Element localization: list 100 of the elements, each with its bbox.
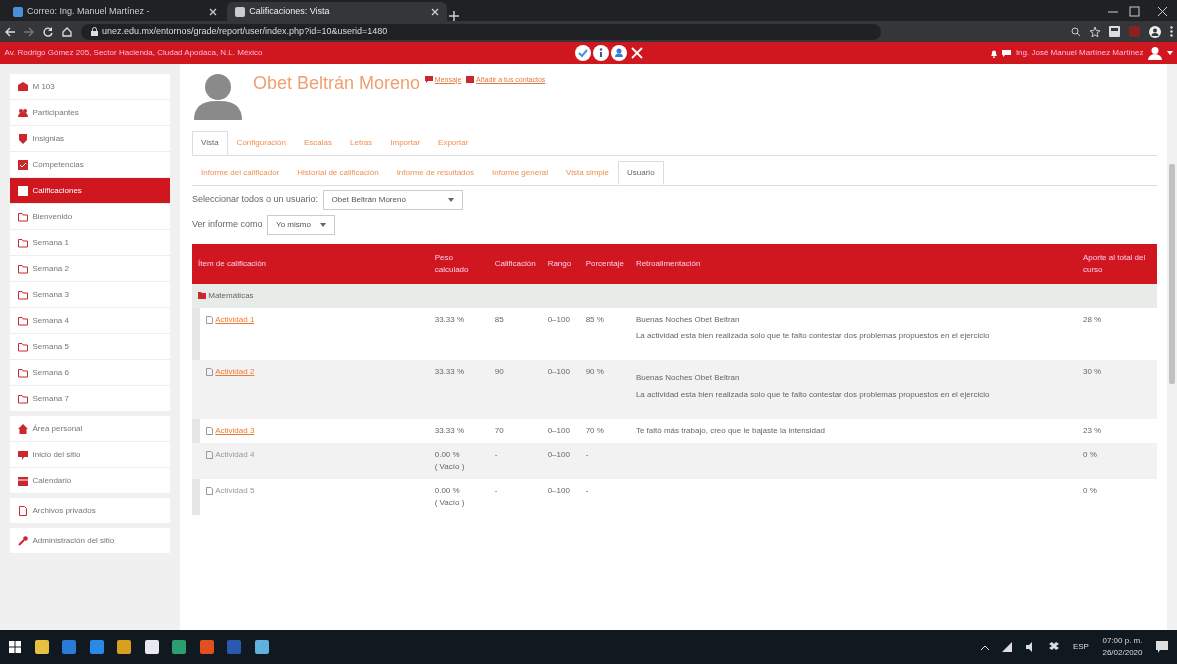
sidebar-item[interactable]: Semana 7 bbox=[10, 386, 170, 412]
tab[interactable]: Exportar bbox=[429, 131, 478, 155]
sidebar-item[interactable]: Bienvenido bbox=[10, 204, 170, 230]
sidebar-item[interactable]: Semana 4 bbox=[10, 308, 170, 334]
activity-link[interactable]: Actividad 1 bbox=[215, 313, 255, 326]
check-icon[interactable] bbox=[574, 45, 591, 61]
table-cell: 0–100 bbox=[547, 485, 570, 495]
tab[interactable]: Vista bbox=[192, 131, 228, 155]
table-cell-text: 0.00 % bbox=[434, 448, 461, 461]
table-cell: 70 % bbox=[585, 425, 604, 435]
user-avatar-icon[interactable] bbox=[1148, 46, 1162, 60]
menu-icon[interactable] bbox=[1169, 26, 1173, 37]
tab[interactable]: Informe del calificador bbox=[192, 160, 289, 185]
table-icon bbox=[18, 185, 28, 196]
sidebar-item[interactable]: Archivos privados bbox=[10, 498, 170, 524]
sidebar-item[interactable]: Insignias bbox=[10, 126, 170, 152]
page-icon bbox=[12, 6, 23, 17]
account-icon[interactable] bbox=[1148, 25, 1161, 38]
sidebar-item[interactable]: Administración del sitio bbox=[10, 528, 170, 554]
sidebar-item[interactable]: Semana 3 bbox=[10, 282, 170, 308]
browser-tab[interactable]: Calificaciones: Vista bbox=[226, 2, 447, 21]
sidebar-item[interactable]: Competencias bbox=[10, 152, 170, 178]
tab[interactable]: Letras bbox=[341, 131, 382, 155]
home-icon[interactable] bbox=[61, 26, 72, 37]
new-tab-icon[interactable] bbox=[449, 11, 459, 21]
scrollbar-thumb[interactable] bbox=[1169, 164, 1175, 384]
extension-icon[interactable] bbox=[1108, 26, 1120, 37]
caret-icon[interactable] bbox=[1166, 51, 1173, 55]
tab[interactable]: Importar bbox=[381, 131, 430, 155]
sidebar-item[interactable]: Semana 6 bbox=[10, 360, 170, 386]
tab[interactable]: Informe de resultados bbox=[387, 160, 483, 185]
close-icon[interactable] bbox=[629, 45, 646, 61]
user-icon[interactable] bbox=[611, 45, 627, 61]
sidebar-item[interactable]: Semana 1 bbox=[10, 230, 170, 256]
sidebar-item[interactable]: Área personal bbox=[10, 416, 170, 442]
column-header: Ítem de calificación bbox=[192, 243, 429, 284]
page-icon bbox=[234, 6, 245, 17]
home-icon bbox=[18, 423, 28, 434]
close-icon[interactable] bbox=[208, 7, 217, 16]
card-icon bbox=[465, 76, 474, 84]
table-cell-text: 33.33 % bbox=[434, 424, 466, 437]
checkbox-icon bbox=[18, 159, 28, 170]
select-field[interactable]: Obet Beltrán Moreno bbox=[322, 190, 463, 210]
document-icon bbox=[206, 426, 213, 435]
field-label: Seleccionar todos o un usuario: bbox=[192, 193, 319, 207]
tab[interactable]: Informe general bbox=[483, 160, 558, 185]
back-icon[interactable] bbox=[4, 26, 15, 37]
folder-icon bbox=[18, 237, 28, 248]
network-icon[interactable] bbox=[1002, 642, 1013, 652]
tab[interactable]: Usuario bbox=[618, 160, 664, 185]
caret-icon bbox=[447, 198, 454, 202]
table-cell: - bbox=[494, 449, 498, 459]
activity-link[interactable]: Actividad 2 bbox=[215, 366, 255, 378]
sidebar-item[interactable]: Inicio del sitio bbox=[10, 442, 170, 468]
app-icon[interactable] bbox=[34, 640, 49, 654]
sidebar-item[interactable]: Semana 2 bbox=[10, 256, 170, 282]
address-bar[interactable]: unez.edu.mx/entornos/grade/report/user/index.php?id=10&userid=1480 bbox=[80, 23, 881, 40]
caret-icon bbox=[319, 222, 326, 227]
language-indicator[interactable]: ESP bbox=[1072, 641, 1089, 653]
clock[interactable]: 07:00 p. m. 26/02/2020 bbox=[1102, 635, 1143, 659]
browser-tab[interactable]: Correo: Ing. Manuel Martínez - bbox=[4, 2, 225, 21]
chat-icon[interactable] bbox=[1002, 48, 1012, 58]
tab[interactable]: Historial de calificación bbox=[288, 160, 388, 185]
dropbox-icon[interactable] bbox=[1049, 642, 1060, 652]
table-cell: - bbox=[585, 449, 589, 459]
user-name[interactable]: Ing. José Manuel Martínez Martínez bbox=[1015, 47, 1144, 59]
notification-icon[interactable] bbox=[1156, 641, 1168, 653]
app-icon[interactable] bbox=[144, 640, 159, 654]
shield-icon bbox=[18, 133, 28, 144]
forward-icon[interactable] bbox=[23, 26, 34, 37]
table-cell: 90 bbox=[494, 367, 504, 376]
activity-link[interactable]: Actividad 3 bbox=[215, 424, 255, 437]
sidebar-item[interactable]: Participantes bbox=[10, 100, 170, 126]
bell-icon[interactable] bbox=[989, 48, 998, 58]
activity-link[interactable]: Actividad 5 bbox=[215, 484, 255, 497]
caret-up-icon[interactable] bbox=[980, 644, 989, 650]
table-cell: 0 % bbox=[1083, 485, 1097, 495]
sidebar-item[interactable]: Calificaciones bbox=[10, 178, 170, 204]
reload-icon[interactable] bbox=[42, 26, 53, 37]
tab[interactable]: Vista simple bbox=[557, 160, 619, 185]
people-icon bbox=[18, 107, 28, 118]
activity-link[interactable]: Actividad 4 bbox=[215, 448, 255, 461]
sidebar-item[interactable]: Semana 5 bbox=[10, 334, 170, 360]
tab[interactable]: Escalas bbox=[295, 131, 342, 155]
table-cell: - bbox=[494, 485, 498, 495]
profile-name: Obet Beltrán Moreno bbox=[253, 72, 421, 95]
folder-icon bbox=[18, 263, 28, 274]
table-cell: 30 % bbox=[1083, 367, 1102, 376]
windows-start-icon[interactable] bbox=[9, 641, 21, 653]
app-icon[interactable] bbox=[254, 640, 269, 654]
tab[interactable]: Configuración bbox=[227, 131, 295, 155]
star-icon[interactable] bbox=[1089, 26, 1100, 37]
sidebar-item[interactable]: M 103 bbox=[10, 74, 170, 100]
column-header: Retroalimentación bbox=[629, 243, 1077, 284]
close-icon[interactable] bbox=[430, 7, 439, 16]
info-icon[interactable] bbox=[592, 45, 609, 61]
search-icon[interactable] bbox=[1070, 26, 1081, 37]
cap-icon bbox=[18, 81, 28, 92]
sidebar-item[interactable]: Calendario bbox=[10, 468, 170, 494]
select-field[interactable]: Yo mismo bbox=[267, 214, 335, 235]
